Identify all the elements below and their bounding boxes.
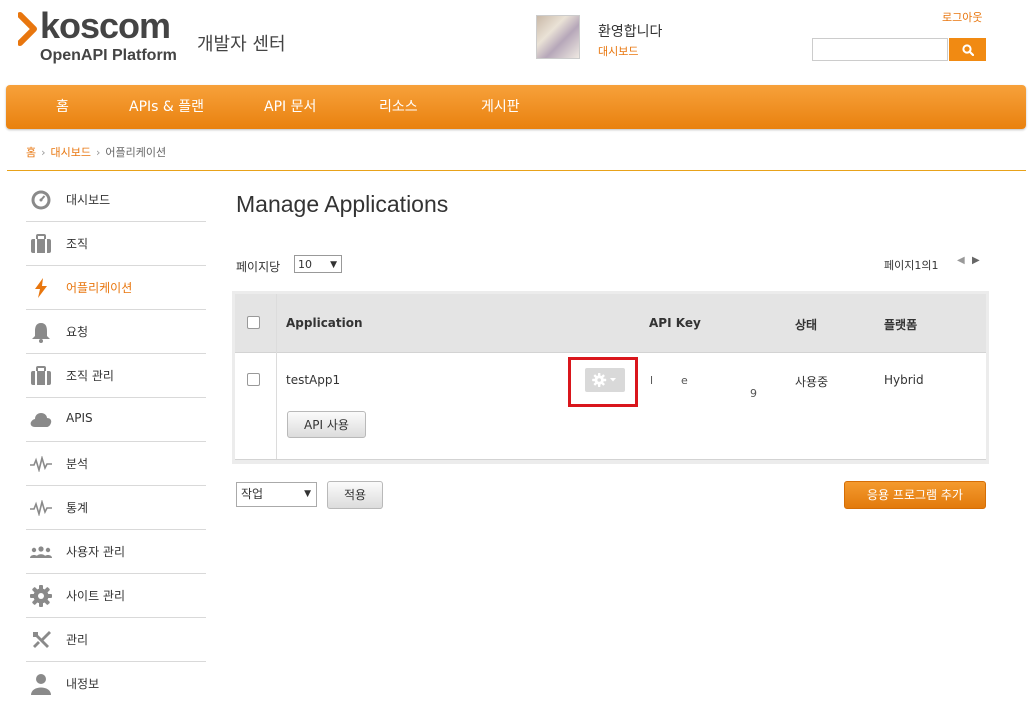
nav-resources[interactable]: 리소스 [379,85,418,129]
highlight-box [568,357,638,407]
nav-apis-plans[interactable]: APIs & 플랜 [129,85,204,129]
pulse-icon [30,497,52,519]
add-application-button[interactable]: 응용 프로그램 추가 [844,481,986,509]
dev-center-label: 개발자 센터 [197,34,286,55]
sidebar-item-my-info[interactable]: 내정보 [26,662,206,705]
sidebar-item-apis[interactable]: APIS [26,398,206,442]
prev-page-icon[interactable]: ◀ [957,255,967,269]
search-button[interactable] [949,38,986,61]
per-page-label: 페이지당 [236,260,281,274]
logout-link[interactable]: 로그아웃 [942,9,982,25]
sidebar-item-label: 대시보드 [66,193,111,207]
bulk-action-value: 작업 [241,487,264,501]
sidebar-item-label: 조직 관리 [66,369,114,383]
column-divider [276,294,277,459]
briefcase-icon [30,365,52,387]
bolt-icon [30,277,52,299]
logo-subtitle: OpenAPI Platform [40,47,177,64]
briefcase-icon [30,233,52,255]
dashboard-icon [30,189,52,211]
header-application[interactable]: Application [286,316,363,330]
per-page-select[interactable]: 10 ▼ [294,255,342,273]
avatar[interactable] [536,15,580,59]
sidebar-item-label: 관리 [66,633,89,647]
sidebar-item-statistics[interactable]: 통계 [26,486,206,530]
per-page-value: 10 [298,258,312,271]
header-platform[interactable]: 플랫폼 [884,316,917,333]
next-page-icon[interactable]: ▶ [972,255,982,269]
apply-button[interactable]: 적용 [327,481,383,509]
api-key-line-1: l e [650,374,688,387]
platform-value: Hybrid [884,373,924,387]
row-checkbox[interactable] [247,373,260,386]
breadcrumb-current: 어플리케이션 [105,146,167,159]
nav-board[interactable]: 게시판 [481,85,520,129]
breadcrumb: 홈 › 대시보드 › 어플리케이션 [26,146,167,159]
user-icon [30,673,52,695]
users-icon [30,541,52,563]
tools-icon [30,629,52,651]
sidebar-item-site-management[interactable]: 사이트 관리 [26,574,206,618]
sidebar-item-admin[interactable]: 관리 [26,618,206,662]
logo-chevron-icon [18,12,37,46]
sidebar-item-applications[interactable]: 어플리케이션 [26,266,206,310]
api-key-value: l e 9 [650,374,770,404]
sidebar-item-label: 통계 [66,501,89,515]
sidebar-item-label: 내정보 [66,677,100,691]
sidebar-item-analytics[interactable]: 분석 [26,442,206,486]
sidebar-item-label: 분석 [66,457,89,471]
pulse-icon [30,453,52,475]
application-name[interactable]: testApp1 [286,373,340,387]
dashboard-link[interactable]: 대시보드 [598,43,638,59]
bell-icon [30,321,52,343]
sidebar-item-label: APIS [66,411,93,425]
caret-down-icon: ▼ [330,260,337,270]
divider [7,170,1026,171]
sidebar-item-label: 요청 [66,325,89,339]
nav-api-docs[interactable]: API 문서 [264,85,316,129]
search-icon [961,43,974,56]
sidebar-item-dashboard[interactable]: 대시보드 [26,178,206,222]
logo-name[interactable]: koscom [40,6,171,46]
sidebar-item-label: 사용자 관리 [66,545,126,559]
breadcrumb-home[interactable]: 홈 [26,146,36,159]
main-nav: 홈 APIs & 플랜 API 문서 리소스 게시판 [6,85,1026,129]
sidebar-item-label: 어플리케이션 [66,281,133,295]
api-use-button[interactable]: API 사용 [287,411,366,438]
breadcrumb-dashboard[interactable]: 대시보드 [51,146,91,159]
status-badge: 사용중 [795,375,829,389]
nav-home[interactable]: 홈 [56,85,69,129]
pagination-text: 페이지1의1 [884,259,939,272]
caret-down-icon: ▼ [304,489,311,499]
sidebar-item-label: 조직 [66,237,89,251]
sidebar-item-label: 사이트 관리 [66,589,126,603]
sidebar-item-organization[interactable]: 조직 [26,222,206,266]
cloud-icon [30,409,52,431]
sidebar-item-org-management[interactable]: 조직 관리 [26,354,206,398]
select-all-checkbox[interactable] [247,316,260,329]
sidebar-item-user-management[interactable]: 사용자 관리 [26,530,206,574]
header-status[interactable]: 상태 [795,316,817,333]
page-title: Manage Applications [236,191,449,217]
welcome-text: 환영합니다 [598,24,663,40]
table-header: Application API Key 상태 플랫폼 [235,294,986,353]
api-key-line-2: 9 [750,387,757,400]
search-input[interactable] [812,38,948,61]
sidebar-item-requests[interactable]: 요청 [26,310,206,354]
header-api-key[interactable]: API Key [649,316,701,330]
gear-icon [30,585,52,607]
bulk-action-select[interactable]: 작업 ▼ [236,482,317,507]
